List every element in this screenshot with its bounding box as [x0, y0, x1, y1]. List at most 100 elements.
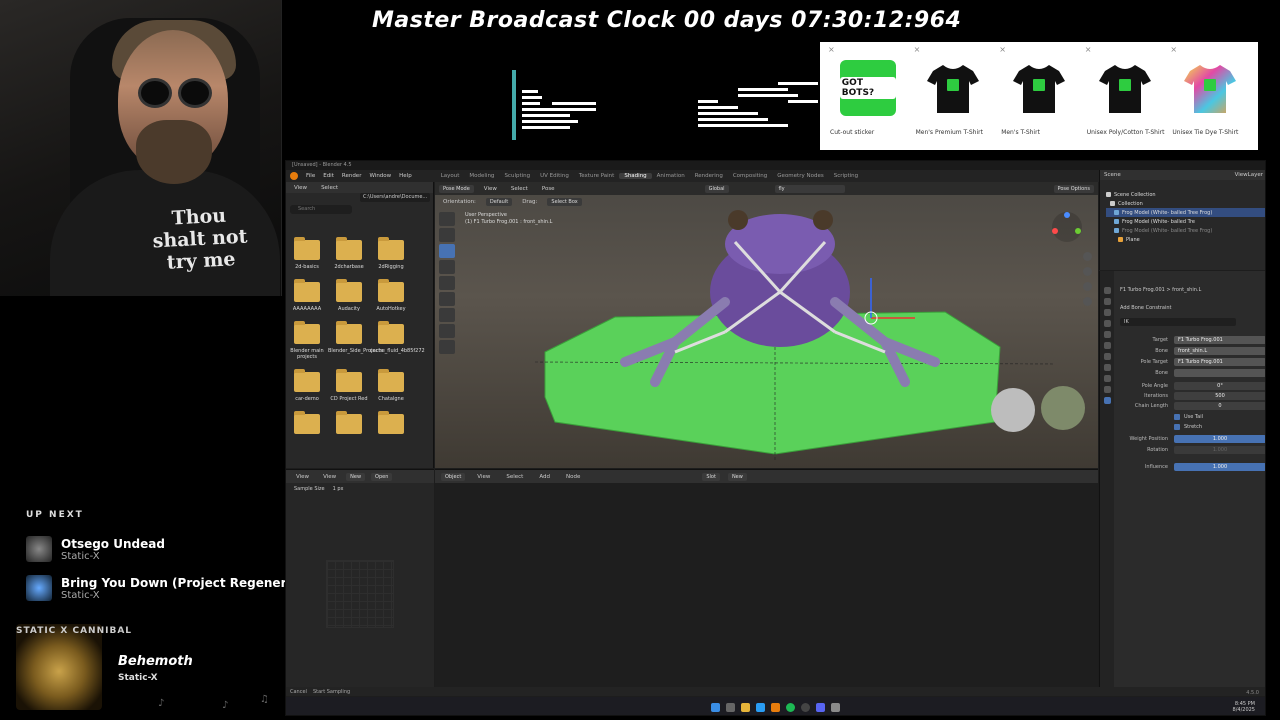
sample-size-value[interactable]: 1 px: [333, 486, 344, 492]
bone-constraint-tab-icon[interactable]: [1103, 397, 1111, 404]
tab-geometry-nodes[interactable]: Geometry Nodes: [772, 173, 828, 179]
folder-item[interactable]: cache_fluid_4b85f272: [370, 321, 425, 360]
folder-item[interactable]: 2d-basics: [286, 237, 328, 270]
menu-edit[interactable]: Edit: [319, 173, 338, 179]
bone-tab-icon[interactable]: [1103, 386, 1111, 393]
navigation-gizmo[interactable]: [1050, 210, 1084, 244]
outliner-row[interactable]: Frog Model (White- balled Tree Frog): [1106, 208, 1265, 217]
tweak-tool-icon[interactable]: [439, 212, 455, 226]
vp-menu-select[interactable]: Select: [507, 186, 532, 192]
close-icon[interactable]: ×: [828, 45, 835, 54]
close-icon[interactable]: ×: [914, 45, 921, 54]
folder-item[interactable]: Blender main projects: [286, 321, 328, 360]
setting-value-field[interactable]: front_shin.L: [1174, 346, 1265, 355]
menu-file[interactable]: File: [302, 173, 319, 179]
folder-item[interactable]: 2dRigging: [370, 237, 412, 270]
setting-value-field[interactable]: F1 Turbo Frog.001: [1174, 357, 1265, 366]
setting-value-field[interactable]: F1 Turbo Frog.001: [1174, 335, 1265, 344]
tab-layout[interactable]: Layout: [436, 173, 465, 179]
open-image-button[interactable]: Open: [371, 472, 393, 481]
outliner-row[interactable]: Plane: [1106, 235, 1265, 244]
modifier-tab-icon[interactable]: [1103, 353, 1111, 360]
start-icon[interactable]: [711, 702, 720, 712]
browser-icon[interactable]: [756, 702, 765, 712]
tab-scripting[interactable]: Scripting: [829, 173, 863, 179]
outliner-row[interactable]: Frog Model (White- balled Tre: [1106, 217, 1265, 226]
outliner-row[interactable]: Frog Model (White- balled Tree Frog): [1106, 226, 1265, 235]
tab-shading[interactable]: Shading: [619, 173, 652, 179]
orientation-dropdown[interactable]: Default: [485, 197, 513, 206]
folder-item[interactable]: car-demo: [286, 369, 328, 402]
blender-icon[interactable]: [771, 702, 780, 712]
image-canvas-grid[interactable]: [326, 560, 394, 628]
setting-value-field[interactable]: 1.000: [1174, 462, 1265, 471]
shader-menu-node[interactable]: Node: [562, 474, 584, 480]
vp-menu-pose[interactable]: Pose: [538, 186, 559, 192]
annotate-tool-icon[interactable]: [439, 308, 455, 322]
material-slot-selector[interactable]: Slot: [702, 472, 720, 481]
new-image-button[interactable]: New: [346, 472, 366, 481]
3d-viewport[interactable]: Pose Mode View Select Pose Global fly Po…: [435, 182, 1098, 468]
shader-menu-select[interactable]: Select: [502, 474, 527, 480]
tab-texture-paint[interactable]: Texture Paint: [574, 173, 620, 179]
drag-dropdown[interactable]: Select Box: [547, 197, 582, 206]
folder-item[interactable]: AutoHotkey: [370, 279, 412, 312]
rotate-tool-icon[interactable]: [439, 260, 455, 274]
setting-value-field[interactable]: 500: [1174, 391, 1265, 400]
render-tab-icon[interactable]: [1103, 298, 1111, 305]
close-icon[interactable]: ×: [999, 45, 1006, 54]
setting-checkbox[interactable]: Use Tail: [1174, 413, 1203, 420]
menu-render[interactable]: Render: [338, 173, 366, 179]
camera-icon[interactable]: [1083, 282, 1092, 291]
measure-tool-icon[interactable]: [439, 324, 455, 338]
view-layer-selector[interactable]: ViewLayer: [1235, 172, 1263, 178]
system-clock[interactable]: 8:45 PM 8/4/2025: [1233, 701, 1255, 713]
folder-item[interactable]: Chatalgne: [370, 369, 412, 402]
constraint-name-field[interactable]: IK: [1120, 318, 1236, 326]
tab-rendering[interactable]: Rendering: [690, 173, 728, 179]
mode-selector[interactable]: Pose Mode: [439, 184, 474, 193]
merch-item[interactable]: × GOT BOTS? Cut-out sticker: [826, 45, 910, 147]
cursor-tool-icon[interactable]: [439, 228, 455, 242]
roll-tool-icon[interactable]: [439, 340, 455, 354]
ortho-grid-icon[interactable]: [1083, 297, 1092, 306]
vp-menu-view[interactable]: View: [480, 186, 501, 192]
scale-tool-icon[interactable]: [439, 276, 455, 290]
shader-type-selector[interactable]: Object: [441, 472, 466, 481]
merch-item[interactable]: × Men's T-Shirt: [997, 45, 1081, 147]
search-icon[interactable]: [726, 702, 735, 712]
fb-menu-view[interactable]: View: [290, 185, 311, 191]
merch-item[interactable]: × Unisex Tie Dye T-Shirt: [1168, 45, 1252, 147]
data-tab-icon[interactable]: [1103, 375, 1111, 382]
tab-uv-editing[interactable]: UV Editing: [535, 173, 574, 179]
setting-checkbox[interactable]: Stretch: [1174, 423, 1202, 430]
setting-value-field[interactable]: 0: [1174, 401, 1265, 410]
shader-editor[interactable]: Object View Select Add Node Slot New: [435, 469, 1098, 691]
tab-modeling[interactable]: Modeling: [464, 173, 499, 179]
transform-orientation[interactable]: Global: [704, 184, 729, 193]
viewport-search[interactable]: fly: [774, 184, 845, 193]
shader-menu-view[interactable]: View: [473, 474, 494, 480]
folder-item[interactable]: [286, 411, 328, 438]
setting-value-field[interactable]: [1174, 368, 1265, 377]
tab-animation[interactable]: Animation: [652, 173, 690, 179]
image-menu-view[interactable]: View: [292, 474, 313, 480]
scene-tab-icon[interactable]: [1103, 320, 1111, 327]
file-search-input[interactable]: Search: [290, 205, 352, 214]
tool-tab-icon[interactable]: [1103, 287, 1111, 294]
pan-hand-icon[interactable]: [1083, 267, 1092, 276]
outliner-row[interactable]: Collection: [1106, 199, 1265, 208]
discord-icon[interactable]: [816, 702, 825, 712]
shader-menu-add[interactable]: Add: [535, 474, 554, 480]
folder-item[interactable]: Audacity: [328, 279, 370, 312]
move-tool-icon[interactable]: [439, 244, 455, 258]
output-tab-icon[interactable]: [1103, 309, 1111, 316]
new-material-button[interactable]: New: [727, 472, 747, 481]
zoom-icon[interactable]: [1083, 252, 1092, 261]
merch-item[interactable]: × Unisex Poly/Cotton T-Shirt: [1083, 45, 1167, 147]
folder-item[interactable]: CD Project Red: [328, 369, 370, 402]
obs-icon[interactable]: [801, 702, 810, 712]
spotify-icon[interactable]: [786, 702, 795, 712]
image-menu-view-2[interactable]: View: [319, 474, 340, 480]
world-tab-icon[interactable]: [1103, 331, 1111, 338]
